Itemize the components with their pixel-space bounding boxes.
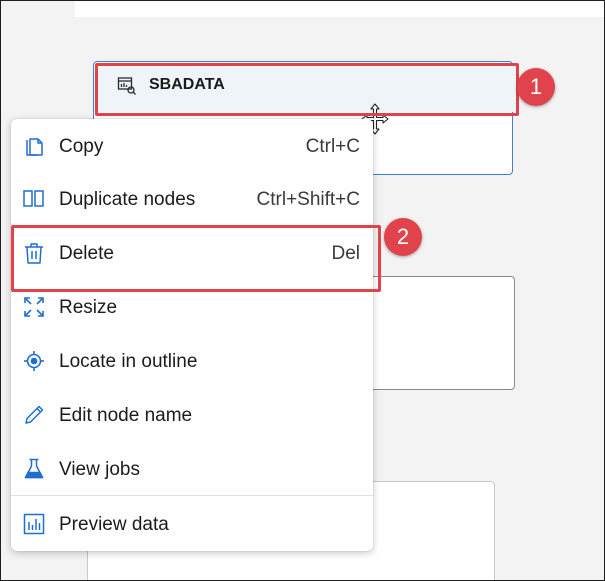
menu-item-label: Preview data <box>59 514 169 535</box>
context-menu: Copy Ctrl+C Duplicate nodes Ctrl+Shift+C <box>11 119 373 551</box>
locate-icon <box>23 350 45 372</box>
menu-item-preview-data[interactable]: Preview data <box>11 499 373 551</box>
menu-item-edit-node-name[interactable]: Edit node name <box>11 390 373 442</box>
highlight-delete-item <box>11 225 381 292</box>
menu-item-shortcut: Ctrl+C <box>305 136 360 157</box>
menu-separator <box>11 495 373 496</box>
top-strip <box>1 1 604 17</box>
menu-item-label: View jobs <box>59 459 140 480</box>
step-badge-2: 2 <box>384 218 422 256</box>
screenshot-frame: SBADATA Copy Ctrl+C Duplicate nodes Ctrl… <box>0 0 605 581</box>
highlight-node-header <box>95 63 519 116</box>
bar-chart-icon <box>23 513 45 535</box>
menu-item-shortcut: Ctrl+Shift+C <box>256 189 360 210</box>
menu-item-label: Edit node name <box>59 405 193 426</box>
copy-icon <box>23 135 45 157</box>
menu-item-label: Resize <box>59 297 118 318</box>
flask-icon <box>23 458 45 480</box>
menu-item-label: Locate in outline <box>59 351 198 372</box>
pencil-icon <box>23 404 45 426</box>
menu-item-view-jobs[interactable]: View jobs <box>11 444 373 496</box>
resize-icon <box>23 296 45 318</box>
menu-item-label: Duplicate nodes <box>59 189 196 210</box>
canvas-node[interactable] <box>373 276 515 390</box>
menu-item-locate-in-outline[interactable]: Locate in outline <box>11 336 373 388</box>
step-badge-1: 1 <box>517 68 555 106</box>
duplicate-icon <box>23 188 45 210</box>
menu-item-copy[interactable]: Copy Ctrl+C <box>11 121 373 173</box>
menu-item-duplicate-nodes[interactable]: Duplicate nodes Ctrl+Shift+C <box>11 174 373 226</box>
menu-item-label: Copy <box>59 136 104 157</box>
